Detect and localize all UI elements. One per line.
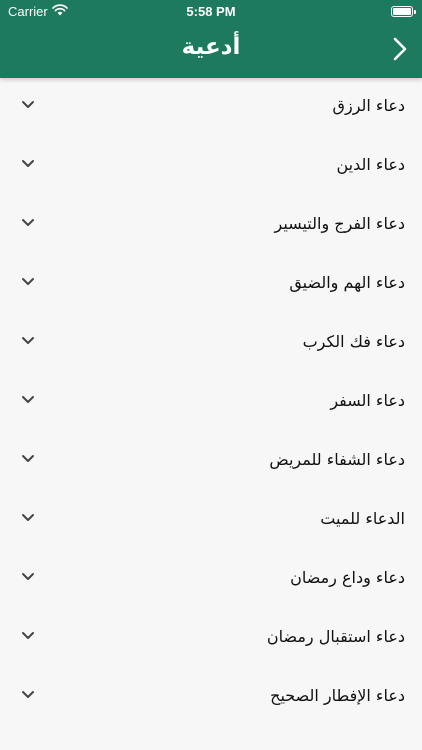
list-item-label: دعاء الرزق	[332, 96, 405, 115]
list-item[interactable]: دعاء الشفاء للمريض	[0, 432, 422, 491]
chevron-down-icon	[22, 160, 34, 167]
chevron-down-icon	[22, 573, 34, 580]
list-item[interactable]: الدعاء للميت	[0, 491, 422, 550]
page-title: أدعية	[181, 34, 241, 60]
chevron-down-icon	[22, 691, 34, 698]
list-item[interactable]: دعاء السفر	[0, 373, 422, 432]
battery-icon	[391, 6, 416, 17]
list-item-label: الدعاء للميت	[320, 509, 405, 528]
chevron-down-icon	[22, 101, 34, 108]
chevron-down-icon	[22, 632, 34, 639]
list-item-label: دعاء السفر	[330, 391, 405, 410]
list-item-label: دعاء فك الكرب	[302, 332, 405, 351]
list-item[interactable]: دعاء الدين	[0, 137, 422, 196]
status-time: 5:58 PM	[186, 4, 236, 19]
list-item-label: دعاء الهم والضيق	[289, 273, 405, 292]
list-item[interactable]: دعاء استقبال رمضان	[0, 609, 422, 668]
chevron-down-icon	[22, 219, 34, 226]
chevron-down-icon	[22, 396, 34, 403]
list-item[interactable]: دعاء فك الكرب	[0, 314, 422, 373]
list-item[interactable]: دعاء وداع رمضان	[0, 550, 422, 609]
chevron-down-icon	[22, 337, 34, 344]
list-item[interactable]: دعاء الرزق	[0, 78, 422, 137]
list-item-label: دعاء الشفاء للمريض	[269, 450, 405, 469]
status-bar: Carrier 5:58 PM	[0, 0, 422, 22]
chevron-down-icon	[22, 514, 34, 521]
chevron-down-icon	[22, 278, 34, 285]
list-item[interactable]: دعاء الفرج والتيسير	[0, 196, 422, 255]
list-item-label: دعاء وداع رمضان	[290, 568, 405, 587]
list-item[interactable]: دعاء الهم والضيق	[0, 255, 422, 314]
list-item-label: دعاء الفرج والتيسير	[274, 214, 405, 233]
list-item-label: دعاء الدين	[336, 155, 405, 174]
duas-list: دعاء الرزق دعاء الدين دعاء الفرج والتيسي…	[0, 78, 422, 750]
top-bar: Carrier 5:58 PM أدعية	[0, 0, 422, 78]
list-item-label: دعاء استقبال رمضان	[266, 627, 405, 646]
list-item[interactable]: دعاء الإفطار الصحيح	[0, 668, 422, 727]
list-item-label: دعاء الإفطار الصحيح	[270, 686, 405, 705]
chevron-down-icon	[22, 455, 34, 462]
navigation-bar: أدعية	[0, 22, 422, 78]
chevron-right-icon[interactable]	[390, 36, 410, 62]
